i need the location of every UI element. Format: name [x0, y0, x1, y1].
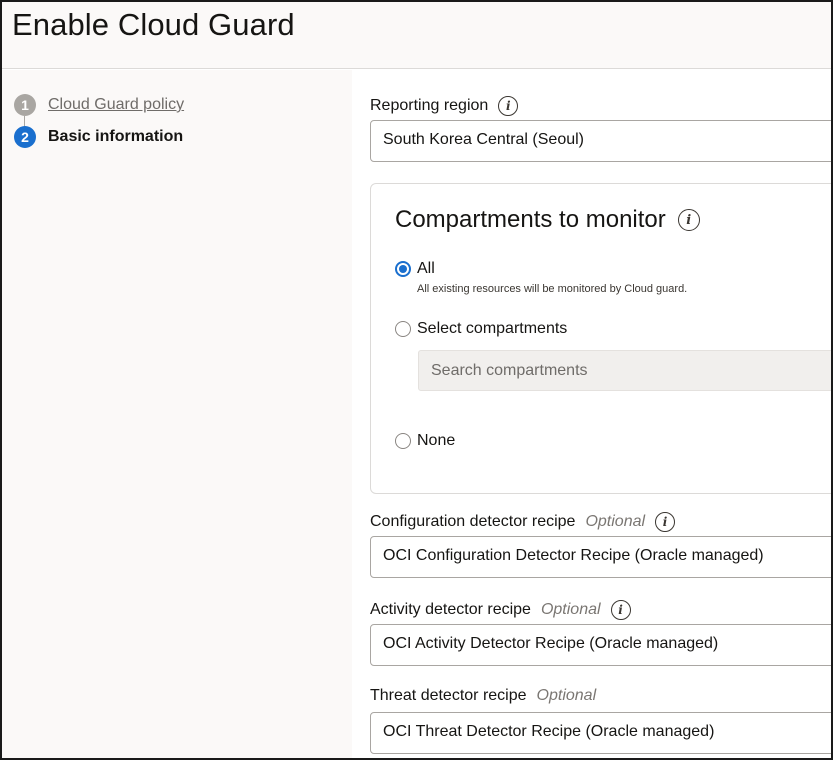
radio-button-checked[interactable]	[395, 261, 411, 277]
compartments-title-row: Compartments to monitor i	[395, 206, 700, 234]
info-icon[interactable]: i	[655, 512, 676, 532]
info-icon[interactable]: i	[498, 96, 519, 116]
compartments-title: Compartments to monitor	[395, 206, 666, 233]
radio-none-label: None	[417, 432, 456, 449]
reporting-region-label: Reporting region	[370, 97, 489, 114]
optional-tag: Optional	[536, 687, 597, 704]
info-icon[interactable]: i	[677, 209, 700, 231]
radio-all-description: All existing resources will be monitored…	[417, 283, 688, 295]
radio-none[interactable]: None	[395, 432, 455, 450]
radio-all-label: All	[417, 260, 435, 277]
form-main: Reporting region i South Korea Central (…	[352, 70, 831, 758]
step-number-2: 2	[14, 126, 36, 148]
activity-recipe-select[interactable]: OCI Activity Detector Recipe (Oracle man…	[370, 624, 831, 666]
reporting-region-select[interactable]: South Korea Central (Seoul)	[370, 120, 831, 162]
config-recipe-select[interactable]: OCI Configuration Detector Recipe (Oracl…	[370, 536, 831, 578]
threat-recipe-select[interactable]: OCI Threat Detector Recipe (Oracle manag…	[370, 712, 831, 754]
dialog-frame: Enable Cloud Guard 1 Cloud Guard policy …	[0, 0, 833, 760]
activity-recipe-label: Activity detector recipe	[370, 601, 531, 618]
radio-select-compartments[interactable]: Select compartments	[395, 320, 567, 338]
compartments-panel: Compartments to monitor i All All existi…	[370, 183, 831, 494]
radio-select-compartments-label: Select compartments	[417, 320, 568, 337]
step-link-cloud-guard-policy[interactable]: Cloud Guard policy	[48, 96, 184, 114]
config-recipe-label-row: Configuration detector recipe Optional i	[370, 512, 676, 532]
activity-recipe-label-row: Activity detector recipe Optional i	[370, 600, 631, 620]
step-number-1: 1	[14, 94, 36, 116]
step-cloud-guard-policy[interactable]: 1 Cloud Guard policy	[14, 94, 184, 116]
threat-recipe-label: Threat detector recipe	[370, 687, 527, 704]
search-compartments-input[interactable]: Search compartments	[418, 350, 831, 391]
optional-tag: Optional	[585, 513, 646, 530]
radio-button[interactable]	[395, 321, 411, 337]
reporting-region-label-row: Reporting region i	[370, 96, 519, 116]
step-label-basic-information: Basic information	[48, 128, 184, 145]
step-basic-information: 2 Basic information	[14, 126, 183, 148]
config-recipe-label: Configuration detector recipe	[370, 513, 576, 530]
page-title: Enable Cloud Guard	[12, 7, 295, 42]
info-icon[interactable]: i	[610, 600, 631, 620]
radio-button[interactable]	[395, 433, 411, 449]
radio-all[interactable]: All	[395, 260, 435, 278]
page-header: Enable Cloud Guard	[2, 2, 831, 69]
optional-tag: Optional	[540, 601, 601, 618]
threat-recipe-label-row: Threat detector recipe Optional	[370, 687, 596, 705]
steps-sidebar: 1 Cloud Guard policy 2 Basic information	[2, 70, 352, 758]
